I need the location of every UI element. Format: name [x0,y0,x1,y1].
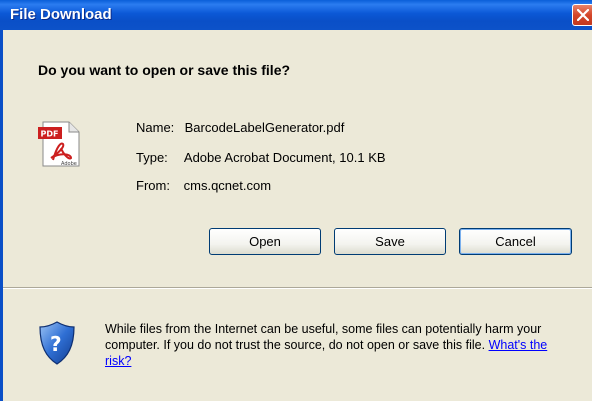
security-shield-icon: ? [39,321,75,365]
divider [3,287,592,289]
security-warning: While files from the Internet can be use… [105,321,575,369]
window-frame-left [0,30,3,401]
dialog-question: Do you want to open or save this file? [38,62,291,78]
file-type-value: Adobe Acrobat Document, 10.1 KB [183,150,386,165]
file-name-row: Name: BarcodeLabelGenerator.pdf [136,120,344,135]
pdf-file-icon: PDF Adobe [38,121,80,167]
svg-text:?: ? [50,332,62,356]
cancel-button[interactable]: Cancel [459,228,572,255]
file-name-value: BarcodeLabelGenerator.pdf [184,120,345,135]
warning-text: While files from the Internet can be use… [105,322,542,352]
window-title: File Download [10,6,112,23]
svg-text:Adobe: Adobe [61,161,77,167]
open-button[interactable]: Open [209,228,321,255]
close-button[interactable] [572,4,592,26]
file-from-value: cms.qcnet.com [183,178,272,193]
file-type-row: Type: Adobe Acrobat Document, 10.1 KB [136,150,386,165]
title-bar[interactable]: File Download [0,0,592,30]
file-from-label: From: [136,178,170,193]
svg-text:PDF: PDF [41,130,59,139]
save-button[interactable]: Save [334,228,446,255]
close-icon [577,9,589,21]
file-type-label: Type: [136,150,168,165]
file-from-row: From: cms.qcnet.com [136,178,271,193]
file-name-label: Name: [136,120,175,135]
